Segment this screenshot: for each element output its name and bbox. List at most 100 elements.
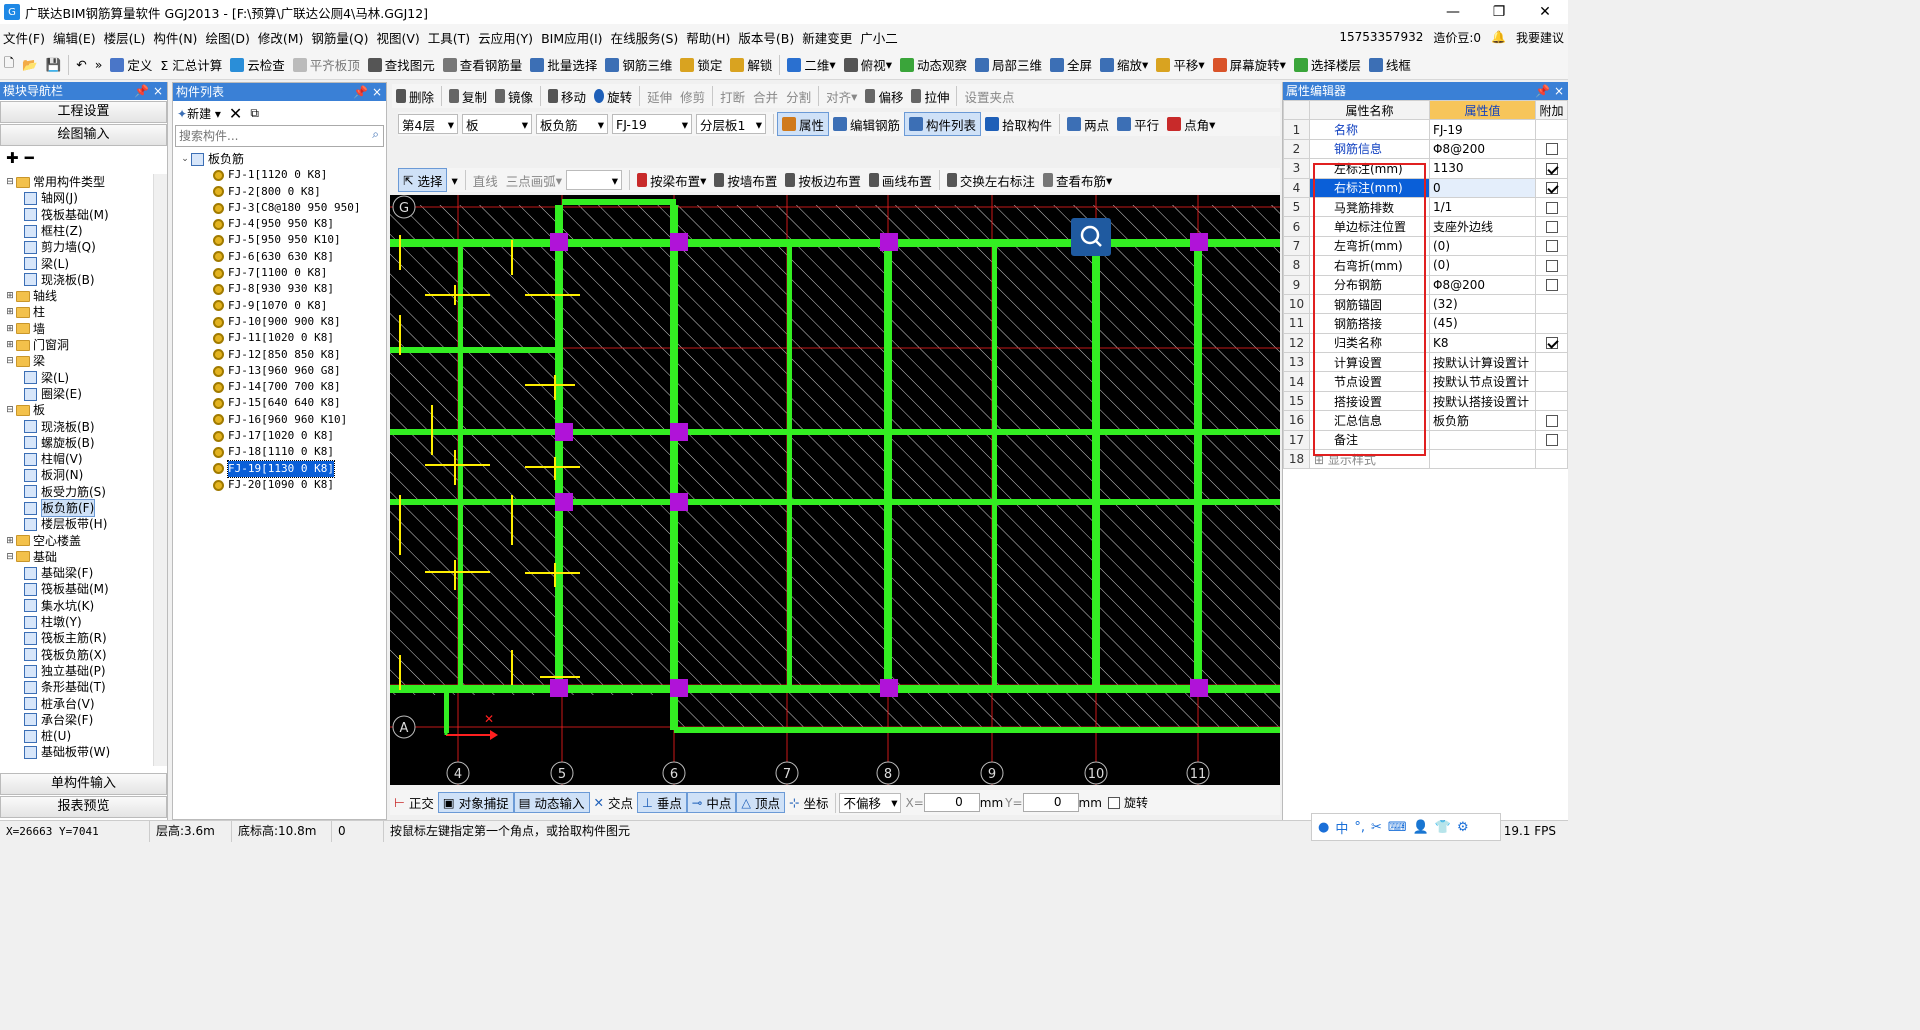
collapse-all-icon[interactable]: ━ xyxy=(25,149,34,167)
x-offset-input[interactable]: 0 xyxy=(923,793,980,812)
menu-edit[interactable]: 编辑(E) xyxy=(50,28,99,47)
fullscreen-button[interactable]: 全屏 xyxy=(1046,53,1096,77)
property-row[interactable]: 6 单边标注位置 支座外边线 xyxy=(1283,216,1568,237)
component-list-item[interactable]: FJ-5[950 950 K10] xyxy=(213,232,386,248)
nav-tree-group[interactable]: ⊞ 空心楼盖 xyxy=(4,533,152,549)
minimize-button[interactable]: — xyxy=(1430,0,1476,24)
type-select[interactable]: 板 ▾ xyxy=(462,114,532,134)
beam[interactable] xyxy=(390,685,1280,693)
menu-assistant[interactable]: 广小二 xyxy=(857,28,901,47)
settings-icon[interactable]: ⚙ xyxy=(1457,820,1469,835)
nav-tree-group[interactable]: ⊞ 墙 xyxy=(4,321,152,337)
nav-tree-item[interactable]: 独立基础(P) xyxy=(4,663,152,679)
nav-tree-item[interactable]: 轴网(J) xyxy=(4,190,152,206)
overflow-icon[interactable]: » xyxy=(91,53,107,77)
property-extra-checkbox[interactable] xyxy=(1545,221,1558,234)
lock-button[interactable]: 锁定 xyxy=(676,53,726,77)
nav-tree-item[interactable]: 板负筋(F) xyxy=(4,498,152,518)
nav-tree-item[interactable]: 柱帽(V) xyxy=(4,451,152,467)
beam[interactable] xyxy=(1092,239,1100,685)
category-select[interactable]: 板负筋 ▾ xyxy=(536,114,608,134)
view-2d-button[interactable]: 二维 ▾ xyxy=(783,53,839,77)
component-list-item[interactable]: FJ-17[1020 0 K8] xyxy=(213,428,386,444)
beam[interactable] xyxy=(1194,239,1202,685)
place-by-slab-edge-button[interactable]: 按板边布置 xyxy=(781,168,865,192)
dynamic-input-toggle[interactable]: ▤ 动态输入 xyxy=(513,792,590,813)
intersection-snap[interactable]: ✕ 交点 xyxy=(590,792,637,813)
select-mode-dropdown[interactable]: ▾ xyxy=(447,168,461,192)
menu-rebar-qty[interactable]: 钢筋量(Q) xyxy=(308,28,371,47)
column[interactable] xyxy=(880,679,898,697)
nav-tree-item[interactable]: 板受力筋(S) xyxy=(4,484,152,500)
vertex-snap[interactable]: △ 顶点 xyxy=(736,792,785,813)
mirror-button[interactable]: 镜像 xyxy=(491,84,537,108)
merge-button[interactable]: 合并 xyxy=(749,84,782,108)
cloud-check-button[interactable]: 云检查 xyxy=(226,53,289,77)
collapse-icon[interactable]: ⊟ xyxy=(4,402,16,418)
property-row[interactable]: 18 ⊞ 显示样式 xyxy=(1283,449,1568,470)
expand-icon[interactable]: ⊞ xyxy=(4,304,16,320)
parallel-button[interactable]: 平行 xyxy=(1113,112,1163,136)
column[interactable] xyxy=(1190,233,1208,251)
copy-button[interactable]: 复制 xyxy=(445,84,491,108)
menu-draw[interactable]: 绘图(D) xyxy=(202,28,252,47)
expand-all-icon[interactable]: ✚ xyxy=(6,149,19,167)
property-value[interactable]: (0) xyxy=(1429,255,1536,276)
midpoint-snap[interactable]: ⊸ 中点 xyxy=(686,792,737,813)
menu-view[interactable]: 视图(V) xyxy=(373,28,422,47)
nav-tree-item[interactable]: 柱墩(Y) xyxy=(4,614,152,630)
menu-modify[interactable]: 修改(M) xyxy=(255,28,307,47)
component-list-item[interactable]: FJ-3[C8@180 950 950] xyxy=(213,200,386,216)
property-row[interactable]: 16 汇总信息 板负筋 xyxy=(1283,410,1568,431)
component-tree-root[interactable]: ⌄ 板负筋 xyxy=(179,151,386,167)
menu-version[interactable]: 版本号(B) xyxy=(735,28,797,47)
property-value[interactable]: 支座外边线 xyxy=(1429,216,1536,237)
nav-tree-item[interactable]: 剪力墙(Q) xyxy=(4,239,152,255)
set-grip-button[interactable]: 设置夹点 xyxy=(960,84,1018,108)
component-list-item[interactable]: FJ-4[950 950 K8] xyxy=(213,216,386,232)
component-list-item[interactable]: FJ-7[1100 0 K8] xyxy=(213,265,386,281)
ime-punct-icon[interactable]: °, xyxy=(1354,820,1365,835)
edit-rebar-button[interactable]: 编辑钢筋 xyxy=(829,112,904,136)
ime-logo-icon[interactable]: ● xyxy=(1318,820,1329,835)
nav-tree-item[interactable]: 框柱(Z) xyxy=(4,223,152,239)
report-preview-button[interactable]: 报表预览 xyxy=(0,796,167,818)
save-icon[interactable]: 💾 xyxy=(42,53,66,77)
draw-option-select[interactable]: ▾ xyxy=(566,170,623,190)
beam[interactable] xyxy=(390,347,562,353)
menu-new-change[interactable]: 新建变更 xyxy=(799,28,855,47)
property-row[interactable]: 4 右标注(mm) 0 xyxy=(1283,177,1568,198)
nav-tree-item[interactable]: 条形基础(T) xyxy=(4,679,152,695)
delete-button[interactable]: 删除 xyxy=(392,84,438,108)
suggest-link[interactable]: 我要建议 xyxy=(1516,29,1564,46)
view-rebar-qty-button[interactable]: 查看钢筋量 xyxy=(439,53,527,77)
component-list-item[interactable]: FJ-16[960 960 K10] xyxy=(213,412,386,428)
property-value[interactable] xyxy=(1429,449,1536,470)
magnify-button[interactable] xyxy=(1071,218,1111,256)
component-list-item[interactable]: FJ-9[1070 0 K8] xyxy=(213,298,386,314)
property-value[interactable]: Φ8@200 xyxy=(1429,138,1536,160)
ime-language[interactable]: 中 xyxy=(1335,818,1348,837)
ime-tools-icon[interactable]: ✂ xyxy=(1371,820,1382,835)
nav-tree-item[interactable]: 梁(L) xyxy=(4,370,152,386)
property-value[interactable]: (32) xyxy=(1429,293,1536,315)
y-offset-input[interactable]: 0 xyxy=(1022,793,1079,812)
property-row[interactable]: 11 钢筋搭接 (45) xyxy=(1283,313,1568,334)
drawing-canvas-svg[interactable]: 4 5 6 7 8 9 10 11 G A ✕ xyxy=(390,195,1280,785)
menu-online[interactable]: 在线服务(S) xyxy=(608,28,682,47)
property-value[interactable]: 板负筋 xyxy=(1429,410,1536,431)
property-extra-checkbox[interactable] xyxy=(1545,279,1558,292)
property-row[interactable]: 2 钢筋信息 Φ8@200 xyxy=(1283,138,1568,160)
property-row[interactable]: 15 搭接设置 按默认搭接设置计 xyxy=(1283,390,1568,412)
swap-labels-button[interactable]: 交换左右标注 xyxy=(943,168,1039,192)
nav-tree-item[interactable]: 圈梁(E) xyxy=(4,386,152,402)
offset-button[interactable]: 偏移 xyxy=(861,84,907,108)
stretch-button[interactable]: 拉伸 xyxy=(907,84,953,108)
nav-tree-item[interactable]: 螺旋板(B) xyxy=(4,435,152,451)
collapse-icon[interactable]: ⌄ xyxy=(179,151,191,167)
pin-icon[interactable]: 📌 xyxy=(134,82,149,100)
beam[interactable] xyxy=(787,239,792,685)
property-row[interactable]: 9 分布钢筋 Φ8@200 xyxy=(1283,274,1568,295)
column[interactable] xyxy=(670,233,688,251)
expand-icon[interactable]: ⊞ xyxy=(4,337,16,353)
